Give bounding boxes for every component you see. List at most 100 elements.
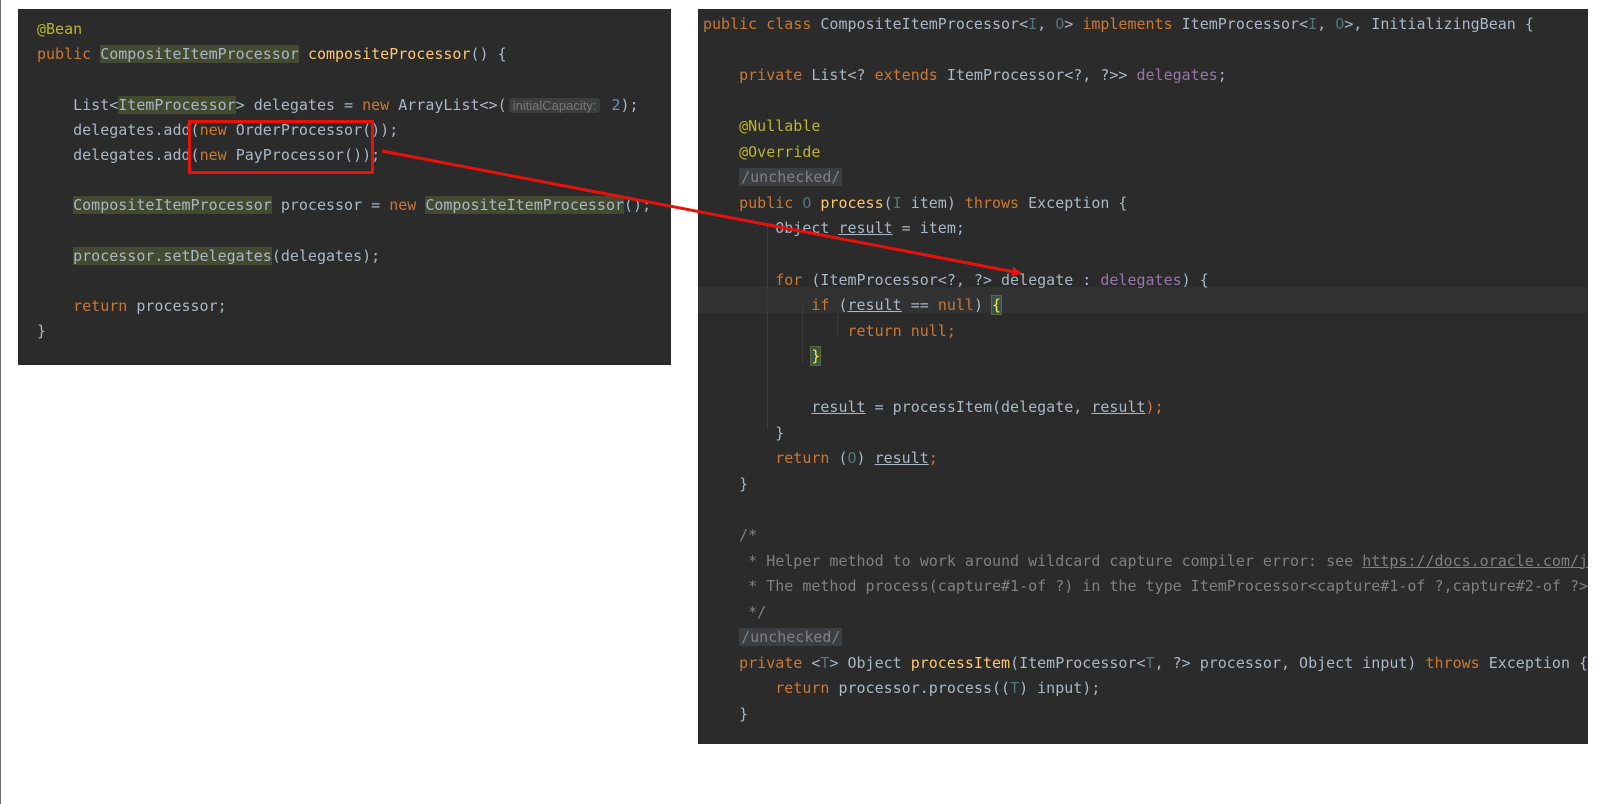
code-line: public class CompositeItemProcessor<I, O… (703, 11, 1588, 37)
code-token: ItemProcessor< (1181, 15, 1309, 33)
code-token: /* (703, 526, 758, 544)
code-token: for (775, 270, 812, 289)
code-token: delegates.add( (37, 146, 200, 164)
code-token: private (739, 66, 812, 85)
right-code-snippet: public class CompositeItemProcessor<I, O… (698, 9, 1588, 744)
code-line: public O process(I item) throws Exceptio… (703, 190, 1588, 216)
code-line: } (37, 318, 671, 344)
code-token: result (811, 398, 866, 417)
code-token: result (1091, 398, 1146, 417)
code-token: O (1335, 15, 1345, 33)
code-token: , ?> processor, Object input) (1154, 653, 1426, 672)
code-token: ; (946, 321, 956, 340)
code-line: return processor.process((T) input); (703, 675, 1588, 701)
code-token: = processItem(delegate, (865, 398, 1092, 417)
code-token: ArrayList<>( (398, 95, 507, 114)
code-token: ) input); (1019, 679, 1101, 698)
code-line: List<ItemProcessor> delegates = new Arra… (37, 92, 671, 118)
code-line: @Override (703, 139, 1588, 165)
code-token: List<? (811, 66, 875, 85)
code-token: return (775, 449, 839, 468)
code-token: > Object (829, 653, 911, 672)
code-token: T (1145, 653, 1155, 672)
code-token: CompositeItemProcessor (425, 196, 625, 215)
code-token: public (37, 45, 101, 64)
code-token: CompositeItemProcessor (100, 45, 299, 64)
code-token: /unchecked/ (739, 168, 843, 187)
code-token: ); (620, 95, 639, 114)
code-token: O (847, 449, 857, 468)
code-line: return null; (703, 318, 1588, 344)
code-token: return (73, 297, 137, 316)
code-token: result (874, 449, 929, 468)
code-line: return (O) result; (703, 445, 1588, 471)
code-token: processor.setDelegates (73, 246, 272, 265)
code-line: } (703, 701, 1588, 727)
code-token: >, InitializingBean { (1344, 15, 1534, 33)
code-token: * The method process(capture#1-of ?) in … (703, 577, 1588, 596)
code-token: throws (1425, 653, 1489, 672)
code-token: processor; (136, 297, 227, 316)
code-token: ( (838, 296, 848, 315)
code-token: } (703, 474, 749, 493)
code-line: private <T> Object processItem(ItemProce… (703, 650, 1588, 676)
code-token: Exception { (1028, 193, 1128, 212)
code-token: } (703, 704, 749, 723)
code-token: ItemProcessor (118, 95, 236, 114)
code-token: , (1317, 15, 1336, 33)
code-token: public class (703, 15, 821, 33)
code-line: @Bean (37, 16, 671, 42)
code-token: } (810, 346, 822, 367)
code-line: private List<? extends ItemProcessor<?, … (703, 62, 1588, 88)
code-line: Object result = item; (703, 215, 1588, 241)
code-token: initialCapacity: (508, 97, 601, 113)
code-token: process (820, 193, 884, 212)
code-token: O (802, 193, 821, 212)
code-token: @Override (739, 142, 821, 161)
code-line: result = processItem(delegate, result); (703, 394, 1588, 420)
code-token: T (1010, 679, 1020, 698)
code-token: @Bean (37, 20, 83, 38)
code-line: /unchecked/ (703, 164, 1588, 190)
code-token: ; (1217, 66, 1227, 85)
code-token: , (1037, 15, 1056, 33)
code-token: List< (37, 95, 119, 114)
code-line: CompositeItemProcessor processor = new C… (37, 192, 671, 218)
code-token: processor = (271, 196, 390, 215)
code-line: /unchecked/ (703, 624, 1588, 650)
code-token: result (847, 296, 902, 315)
code-token: Object (703, 219, 839, 238)
code-token: delegates (1100, 270, 1182, 289)
code-token: (); (624, 196, 652, 215)
code-line: processor.setDelegates(delegates); (37, 243, 671, 269)
left-code-snippet: @Bean public CompositeItemProcessor compo… (18, 9, 671, 365)
left-code-lines: @Bean public CompositeItemProcessor compo… (18, 9, 671, 365)
code-line: * Helper method to work around wildcard … (703, 548, 1588, 574)
code-token: result (838, 219, 893, 238)
code-token: return (775, 679, 839, 698)
code-token: private (739, 653, 812, 672)
code-token: == (901, 296, 938, 315)
code-token: O (1055, 15, 1065, 33)
code-token: if (811, 296, 839, 315)
code-token: delegates.add( (37, 120, 200, 139)
code-token: CompositeItemProcessor (73, 196, 272, 215)
code-token: { (990, 295, 1003, 316)
highlight-box (188, 120, 374, 174)
code-line: * The method process(capture#1-of ?) in … (703, 573, 1588, 599)
code-line: for (ItemProcessor<?, ?> delegate : dele… (703, 267, 1588, 293)
code-token: @Nullable (739, 117, 821, 136)
code-line: if (result == null) { (703, 292, 1588, 318)
